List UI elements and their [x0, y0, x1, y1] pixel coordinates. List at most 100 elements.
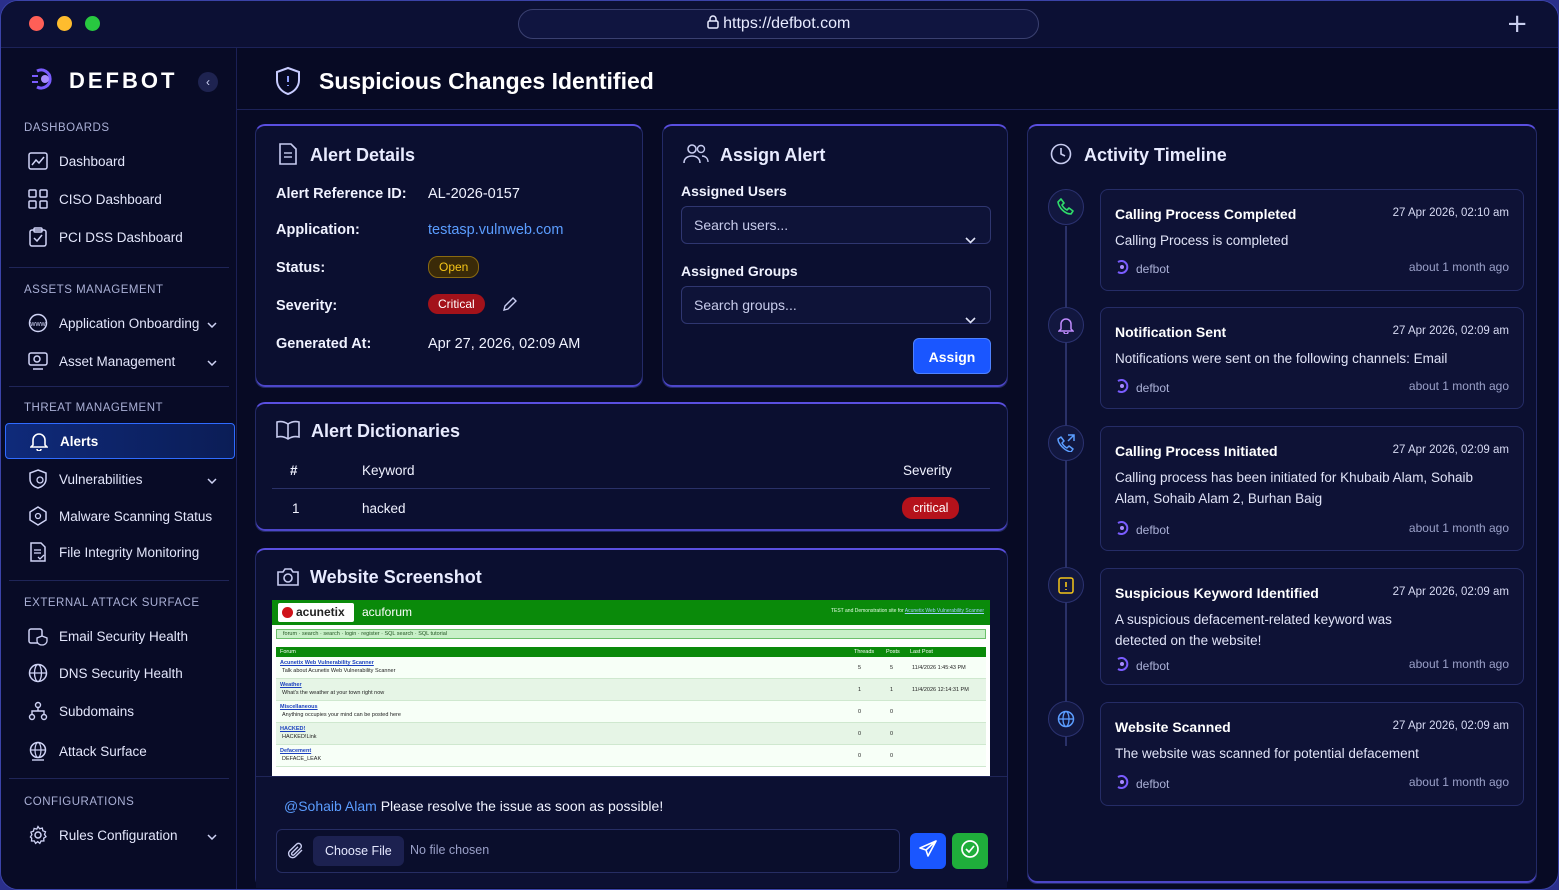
maximize-window-button[interactable]	[85, 16, 100, 31]
site-forum-link[interactable]: HACKED!	[280, 726, 305, 732]
sidebar-item-label: DNS Security Health	[59, 665, 183, 681]
site-brand: acunetix	[278, 603, 354, 622]
site-forum-posts: 0	[890, 709, 894, 715]
users-select[interactable]: Search users...	[681, 206, 991, 244]
website-screenshot-card: Website Screenshot acunetix acuforum TES…	[255, 548, 1008, 888]
document-icon	[278, 143, 298, 170]
groups-select[interactable]: Search groups...	[681, 286, 991, 324]
sidebar-item-ciso-dashboard[interactable]: CISO Dashboard	[5, 181, 235, 217]
new-tab-button[interactable]: +	[1506, 9, 1528, 39]
sidebar-item-application-onboarding[interactable]: www Application Onboarding	[5, 305, 235, 341]
timeline-line	[1065, 226, 1067, 746]
site-table-body: Acunetix Web Vulnerability Scanner Talk a…	[272, 657, 990, 767]
sidebar: DEFBOT ‹ DASHBOARDS Dashboard CISO Dashb…	[1, 48, 237, 889]
sidebar-item-pci-dss-dashboard[interactable]: PCI DSS Dashboard	[5, 219, 235, 255]
timeline-item-title: Suspicious Keyword Identified	[1115, 585, 1319, 601]
site-col-forum: Forum	[280, 649, 296, 655]
choose-file-button[interactable]: Choose File	[313, 836, 404, 866]
card-title: Alert Dictionaries	[311, 421, 461, 441]
divider	[272, 488, 990, 489]
site-forum-link[interactable]: Defacement	[280, 748, 311, 754]
book-open-icon	[276, 420, 300, 445]
severity-badge: critical	[902, 497, 960, 519]
site-forum-link[interactable]: Miscellaneous	[280, 704, 318, 710]
send-button[interactable]	[910, 833, 946, 869]
sidebar-item-file-integrity-monitoring[interactable]: File Integrity Monitoring	[5, 534, 235, 570]
send-icon	[919, 839, 937, 863]
sidebar-item-email-security-health[interactable]: Email Security Health	[5, 618, 235, 654]
phone-outgoing-icon	[1048, 425, 1084, 461]
sidebar-item-label: Vulnerabilities	[59, 471, 143, 487]
hierarchy-icon	[27, 700, 49, 722]
timeline-item-date: 27 Apr 2026, 02:09 am	[1392, 444, 1509, 456]
section-external-attack-surface: EXTERNAL ATTACK SURFACE	[24, 597, 200, 609]
sidebar-item-label: PCI DSS Dashboard	[59, 229, 183, 245]
sidebar-item-dns-security-health[interactable]: DNS Security Health	[5, 655, 235, 691]
sidebar-item-label: Subdomains	[59, 703, 135, 719]
timeline-item: Suspicious Keyword Identified 27 Apr 202…	[1100, 568, 1524, 685]
site-forum-desc: What's the weather at your town right no…	[282, 690, 385, 696]
sidebar-item-rules-configuration[interactable]: Rules Configuration	[5, 817, 235, 853]
sidebar-item-vulnerabilities[interactable]: Vulnerabilities	[5, 461, 235, 497]
check-circle-icon	[960, 839, 980, 864]
site-forum-link[interactable]: Weather	[280, 682, 302, 688]
sidebar-item-label: Dashboard	[59, 153, 126, 169]
assign-alert-card: Assign Alert Assigned Users Search users…	[662, 124, 1008, 388]
sidebar-item-asset-management[interactable]: Asset Management	[5, 343, 235, 379]
timeline-item-ago: about 1 month ago	[1408, 657, 1509, 671]
sidebar-item-label: Asset Management	[59, 353, 176, 369]
section-dashboards: DASHBOARDS	[24, 122, 110, 134]
application-link[interactable]: testasp.vulnweb.com	[428, 222, 563, 238]
timeline-item-title: Website Scanned	[1115, 719, 1231, 735]
edit-pencil-icon[interactable]	[502, 296, 518, 317]
globe-icon	[1048, 701, 1084, 737]
sidebar-item-attack-surface[interactable]: Attack Surface	[5, 733, 235, 769]
timeline-item-user: defbot	[1115, 657, 1169, 674]
chevron-down-icon	[207, 472, 217, 487]
monitor-search-icon	[27, 350, 49, 372]
alert-ref-label: Alert Reference ID:	[276, 186, 407, 202]
site-forum-lastpost: 11/4/2026 12:14:31 PM	[912, 687, 969, 693]
web-icon: www	[27, 312, 49, 334]
site-table-row: Defacement DEFACE_LEAK 0 0	[276, 745, 986, 767]
status-badge: Open	[428, 256, 480, 278]
title-bar: https://defbot.com +	[1, 1, 1558, 48]
column-header-number: #	[290, 463, 298, 478]
defbot-logo-icon	[31, 67, 59, 96]
sidebar-item-dashboard[interactable]: Dashboard	[5, 143, 235, 179]
collapse-sidebar-button[interactable]: ‹	[198, 72, 218, 92]
site-header: acunetix acuforum TEST and Demonstration…	[272, 600, 990, 625]
site-tagline-text: TEST and Demonstration site for	[830, 608, 904, 614]
address-bar[interactable]: https://defbot.com	[518, 9, 1039, 39]
sidebar-item-label: Attack Surface	[59, 743, 147, 759]
file-alert-icon	[1048, 567, 1084, 603]
comment-input[interactable]: @Sohaib Alam Please resolve the issue as…	[284, 798, 663, 814]
timeline-item-user: defbot	[1115, 379, 1169, 396]
brand-logo[interactable]: DEFBOT	[31, 68, 177, 94]
globe-network-icon	[27, 740, 49, 762]
alert-details-card: Alert Details Alert Reference ID: AL-202…	[255, 124, 643, 388]
divider	[9, 580, 229, 581]
sidebar-item-alerts[interactable]: Alerts	[5, 423, 235, 459]
chevron-down-icon	[965, 221, 976, 257]
site-brand-text: acunetix	[296, 605, 345, 619]
section-threat-management: THREAT MANAGEMENT	[24, 402, 164, 414]
site-forum-posts: 5	[890, 665, 894, 671]
site-forum-link[interactable]: Acunetix Web Vulnerability Scanner	[280, 660, 374, 666]
shield-icon	[27, 468, 49, 490]
defbot-logo-icon	[1115, 379, 1129, 396]
browser-window: https://defbot.com + DEFBOT ‹ DASHBOARDS…	[0, 0, 1559, 890]
assign-button[interactable]: Assign	[913, 338, 991, 374]
generated-value: Apr 27, 2026, 02:09 AM	[428, 336, 581, 352]
paperclip-icon[interactable]	[287, 842, 305, 865]
resolve-button[interactable]	[952, 833, 988, 869]
chevron-down-icon	[207, 354, 217, 369]
sidebar-item-subdomains[interactable]: Subdomains	[5, 693, 235, 729]
sidebar-item-malware-scanning-status[interactable]: Malware Scanning Status	[5, 498, 235, 534]
card-title: Alert Details	[310, 145, 416, 165]
timeline-item-ago: about 1 month ago	[1408, 775, 1509, 789]
close-window-button[interactable]	[29, 16, 44, 31]
sidebar-item-label: Alerts	[60, 433, 99, 449]
minimize-window-button[interactable]	[57, 16, 72, 31]
comment-mention[interactable]: @Sohaib Alam	[284, 798, 377, 814]
